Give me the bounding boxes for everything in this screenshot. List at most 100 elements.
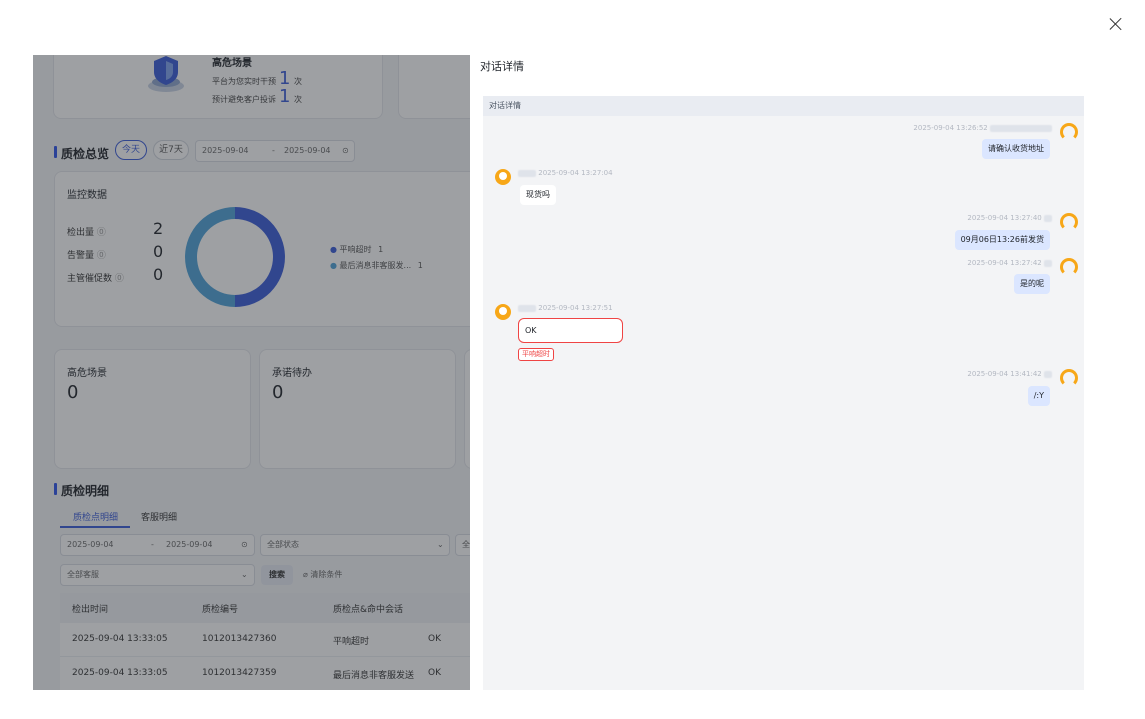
row-session: OK — [428, 668, 441, 678]
tab-agent-detail[interactable]: 客服明细 — [141, 510, 177, 523]
message-bubble: 请确认收货地址 — [982, 139, 1050, 159]
message-meta: 2025-09-04 13:41:42 — [967, 370, 1052, 378]
column-header-point: 质检点&命中会话 — [333, 605, 404, 615]
monitor-data-title: 监控数据 — [67, 190, 107, 201]
monitor-data-card: 监控数据 检出量 ⓪ 2 告警量 ⓪ 0 主管催促数 ⓪ 0 ● 平响超时 1 … — [54, 171, 470, 327]
message-meta: 2025-09-04 13:27:42 — [967, 259, 1052, 267]
monitor-donut-chart — [185, 207, 285, 307]
message-meta: 2025-09-04 13:27:40 — [967, 214, 1052, 222]
intervention-unit: 次 — [294, 77, 302, 86]
row-time: 2025-09-04 13:33:05 — [72, 668, 168, 678]
shield-illustration — [144, 55, 188, 96]
commitment-todo-title: 承诺待办 — [272, 368, 312, 379]
high-risk-count-value: 0 — [67, 382, 79, 403]
column-header-id: 质检编号 — [202, 605, 239, 615]
message-bubble: 现货吗 — [520, 185, 556, 205]
commitment-todo-card: 承诺待办 0 — [259, 349, 456, 469]
stat-supervisor-label: 主管催促数 ⓪ — [67, 274, 124, 284]
agent-headset-icon — [1060, 369, 1078, 387]
modal-title: 对话详情 — [480, 60, 524, 73]
message-meta: 2025-09-04 13:27:51 — [518, 304, 613, 312]
message-bubble: 09月06日13:26前发货 — [954, 230, 1050, 250]
blurred-agent-name — [1044, 370, 1052, 378]
column-header-time: 检出时间 — [72, 605, 109, 615]
row-time: 2025-09-04 13:33:05 — [72, 634, 168, 644]
table-row[interactable]: 2025-09-04 13:33:05 1012013427359 最后消息非客… — [60, 657, 470, 690]
message-bubble: 是的呢 — [1014, 274, 1050, 294]
third-select[interactable]: 全 — [455, 534, 470, 556]
avoided-complaints-value: 1 — [279, 86, 291, 107]
help-icon: ⓪ — [96, 251, 106, 261]
detail-date-range[interactable]: 2025-09-04 - 2025-09-04 ⊙ — [60, 534, 255, 556]
agent-headset-icon — [1060, 258, 1078, 276]
blurred-agent-name — [1044, 259, 1052, 267]
overview-date-range[interactable]: 2025-09-04 - 2025-09-04 ⊙ — [195, 140, 355, 162]
avoided-complaints-label: 预计避免客户投诉 — [212, 95, 276, 104]
message-time: 2025-09-04 13:27:40 — [967, 214, 1042, 222]
tab-quality-points[interactable]: 质检点明细 — [73, 510, 118, 523]
table-row[interactable]: 2025-09-04 13:33:05 1012013427360 平响超时 O… — [60, 623, 470, 657]
chat-panel: 对话详情 2025-09-04 13:26:52 请确认收货地址 2025-09… — [483, 96, 1084, 690]
overview-date-start: 2025-09-04 — [202, 146, 249, 155]
chat-panel-header: 对话详情 — [483, 96, 1084, 116]
stat-alerts-label: 告警量 ⓪ — [67, 251, 106, 261]
pill-today[interactable]: 今天 — [115, 140, 147, 160]
background-page: 高危场景 平台为您实时干预 1 次 预计避免客户投诉 1 次 质检总览 今天 近… — [33, 55, 470, 690]
donut-segment-timeout — [235, 207, 285, 307]
message-time: 2025-09-04 13:27:51 — [538, 304, 613, 312]
status-select[interactable]: 全部状态 ⌄ — [260, 534, 450, 556]
stat-alerts-value: 0 — [153, 242, 164, 261]
blurred-customer-name — [518, 304, 536, 312]
search-button[interactable]: 搜索 — [261, 565, 293, 585]
row-id: 1012013427359 — [202, 668, 277, 678]
message-bubble-alert: OK — [518, 318, 623, 343]
message-time: 2025-09-04 13:27:42 — [967, 259, 1042, 267]
tab-active-underline — [60, 526, 130, 528]
row-point: 最后消息非客服发送 — [333, 671, 415, 681]
overview-date-separator: - — [272, 146, 275, 155]
agent-headset-icon — [1060, 123, 1078, 141]
partial-card — [464, 349, 470, 469]
blurred-agent-name — [1044, 214, 1052, 222]
chevron-down-icon: ⌄ — [241, 570, 248, 579]
intervention-label: 平台为您实时干预 — [212, 77, 276, 86]
high-risk-count-card: 高危场景 0 — [54, 349, 251, 469]
message-time: 2025-09-04 13:26:52 — [913, 124, 988, 132]
stat-detected-value: 2 — [153, 219, 164, 238]
legend-item-last-message: ● 最后消息非客服发... 1 — [330, 261, 423, 270]
calendar-icon: ⊙ — [241, 540, 248, 549]
avoided-complaints-unit: 次 — [294, 95, 302, 104]
message-time: 2025-09-04 13:27:04 — [538, 169, 613, 177]
agent-select[interactable]: 全部客服 ⌄ — [60, 564, 255, 586]
stat-detected-label: 检出量 ⓪ — [67, 228, 106, 238]
blurred-customer-name — [518, 169, 536, 177]
commitment-todo-value: 0 — [272, 382, 284, 403]
eraser-icon: ⌀ — [303, 570, 308, 579]
row-id: 1012013427360 — [202, 634, 277, 644]
agent-headset-icon — [1060, 213, 1078, 231]
pill-last-7-days[interactable]: 近7天 — [153, 140, 189, 160]
clear-conditions-button[interactable]: ⌀ 清除条件 — [303, 569, 342, 580]
message-time: 2025-09-04 13:41:42 — [967, 370, 1042, 378]
stat-supervisor-value: 0 — [153, 265, 164, 284]
legend-dot: ● — [330, 245, 337, 254]
detail-date-separator: - — [151, 540, 154, 549]
chevron-down-icon: ⌄ — [437, 540, 444, 549]
legend-item-timeout: ● 平响超时 1 — [330, 245, 384, 254]
close-icon[interactable] — [1107, 15, 1125, 33]
customer-avatar-icon — [495, 304, 511, 320]
customer-avatar-icon — [495, 169, 511, 185]
row-session: OK — [428, 634, 441, 644]
high-risk-count-title: 高危场景 — [67, 368, 107, 379]
help-icon: ⓪ — [114, 274, 124, 284]
help-icon: ⓪ — [96, 228, 106, 238]
detail-date-end: 2025-09-04 — [166, 540, 213, 549]
overview-date-end: 2025-09-04 — [284, 146, 331, 155]
donut-segment-last-message — [185, 207, 235, 307]
response-timeout-tag: 平响超时 — [518, 348, 554, 361]
calendar-icon: ⊙ — [342, 146, 349, 155]
blurred-agent-name — [990, 124, 1052, 132]
detail-date-start: 2025-09-04 — [67, 540, 114, 549]
table-header: 检出时间 质检编号 质检点&命中会话 — [60, 593, 470, 623]
message-meta: 2025-09-04 13:27:04 — [518, 169, 613, 177]
